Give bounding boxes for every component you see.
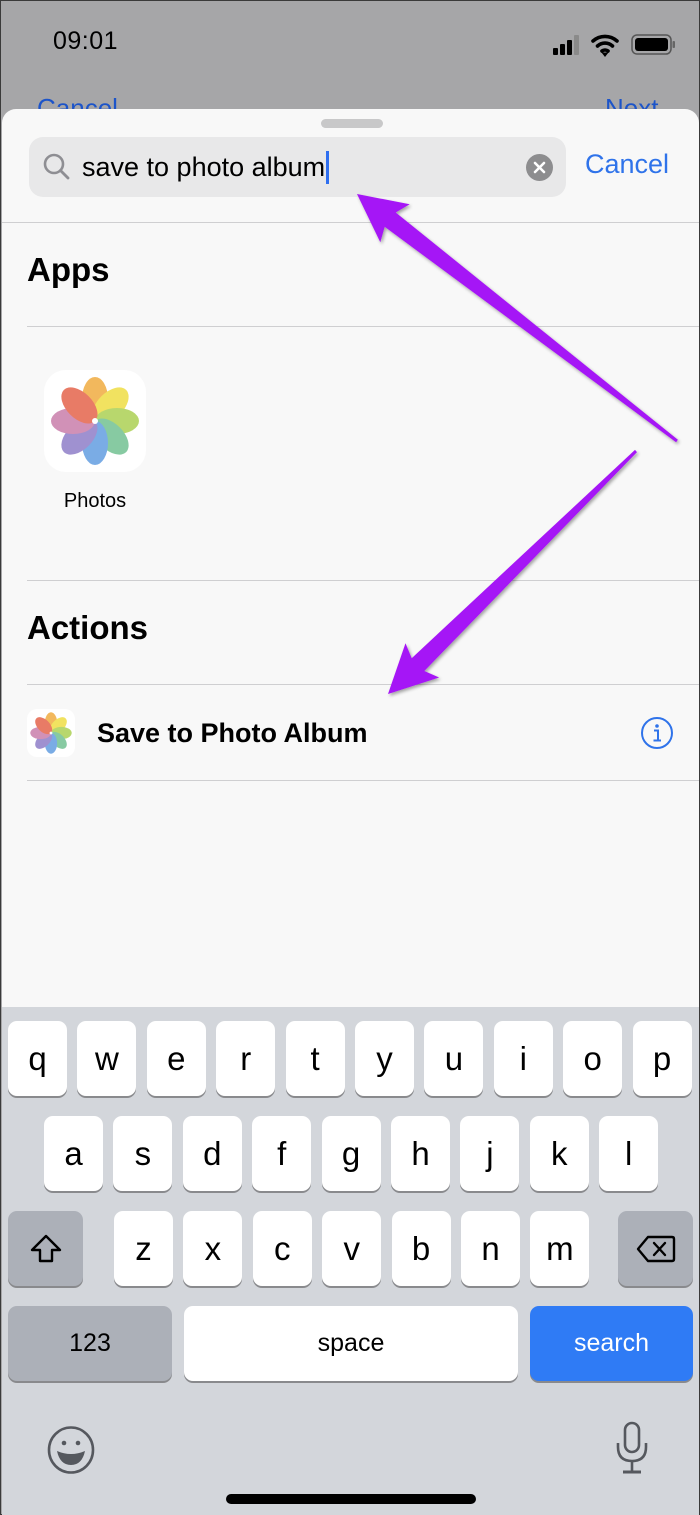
key-t[interactable]: t xyxy=(285,1021,345,1096)
microphone-icon[interactable] xyxy=(612,1421,652,1477)
clear-search-button[interactable] xyxy=(526,154,553,181)
key-d[interactable]: d xyxy=(182,1116,242,1191)
key-x[interactable]: x xyxy=(183,1211,243,1286)
divider xyxy=(27,326,699,327)
key-j[interactable]: j xyxy=(460,1116,520,1191)
divider xyxy=(27,780,699,781)
key-c[interactable]: c xyxy=(252,1211,312,1286)
emoji-icon[interactable] xyxy=(46,1425,96,1475)
photos-app-tile[interactable] xyxy=(44,370,146,472)
apps-section-title: Apps xyxy=(27,251,110,288)
divider xyxy=(27,580,699,581)
clear-x-icon xyxy=(533,161,546,174)
status-time: 09:01 xyxy=(53,27,119,55)
key-l[interactable]: l xyxy=(599,1116,659,1191)
search-field[interactable]: save to photo album xyxy=(29,137,566,197)
numbers-key[interactable]: 123 xyxy=(8,1306,172,1381)
key-z[interactable]: z xyxy=(114,1211,173,1286)
action-label: Save to Photo Album xyxy=(97,718,368,748)
home-indicator xyxy=(226,1494,476,1504)
battery-icon xyxy=(631,34,675,55)
key-w[interactable]: w xyxy=(77,1021,137,1096)
backspace-icon xyxy=(636,1235,675,1262)
key-i[interactable]: i xyxy=(493,1021,553,1096)
divider xyxy=(2,222,699,223)
key-m[interactable]: m xyxy=(530,1211,590,1286)
key-u[interactable]: u xyxy=(424,1021,484,1096)
actions-section-title: Actions xyxy=(27,609,149,646)
key-y[interactable]: y xyxy=(355,1021,414,1096)
key-p[interactable]: p xyxy=(632,1021,692,1096)
photos-app-icon xyxy=(30,712,72,754)
key-f[interactable]: f xyxy=(252,1116,312,1191)
info-icon[interactable] xyxy=(640,716,674,750)
cancel-button[interactable]: Cancel xyxy=(585,149,669,180)
space-key[interactable]: space xyxy=(184,1306,518,1381)
search-input[interactable]: save to photo album xyxy=(82,150,330,184)
key-h[interactable]: h xyxy=(391,1116,450,1191)
key-n[interactable]: n xyxy=(461,1211,520,1286)
key-k[interactable]: k xyxy=(529,1116,589,1191)
magnifying-glass-icon xyxy=(43,153,70,180)
key-s[interactable]: s xyxy=(113,1116,173,1191)
photos-app-label: Photos xyxy=(63,490,127,512)
key-e[interactable]: e xyxy=(146,1021,206,1096)
shift-key[interactable] xyxy=(8,1211,83,1286)
photos-app-icon xyxy=(51,377,139,465)
sheet-grabber[interactable] xyxy=(321,119,383,128)
key-r[interactable]: r xyxy=(216,1021,276,1096)
key-q[interactable]: q xyxy=(8,1021,67,1096)
key-a[interactable]: a xyxy=(44,1116,103,1191)
wifi-icon xyxy=(591,34,619,53)
key-b[interactable]: b xyxy=(391,1211,451,1286)
text-caret xyxy=(326,150,330,184)
key-o[interactable]: o xyxy=(563,1021,623,1096)
search-query: save to photo album xyxy=(82,151,326,182)
cellular-signal-icon xyxy=(553,35,579,55)
search-key[interactable]: search xyxy=(530,1306,693,1381)
delete-key[interactable] xyxy=(618,1211,693,1286)
keyboard: qwertyuiop asdfghjkl zxcvbnm 123 space s… xyxy=(2,1007,699,1515)
action-icon-tile xyxy=(27,709,75,757)
key-v[interactable]: v xyxy=(322,1211,382,1286)
key-g[interactable]: g xyxy=(321,1116,381,1191)
status-icons xyxy=(553,34,675,57)
shift-icon xyxy=(30,1234,61,1262)
action-item-save-to-photo-album[interactable]: Save to Photo Album xyxy=(2,685,699,780)
